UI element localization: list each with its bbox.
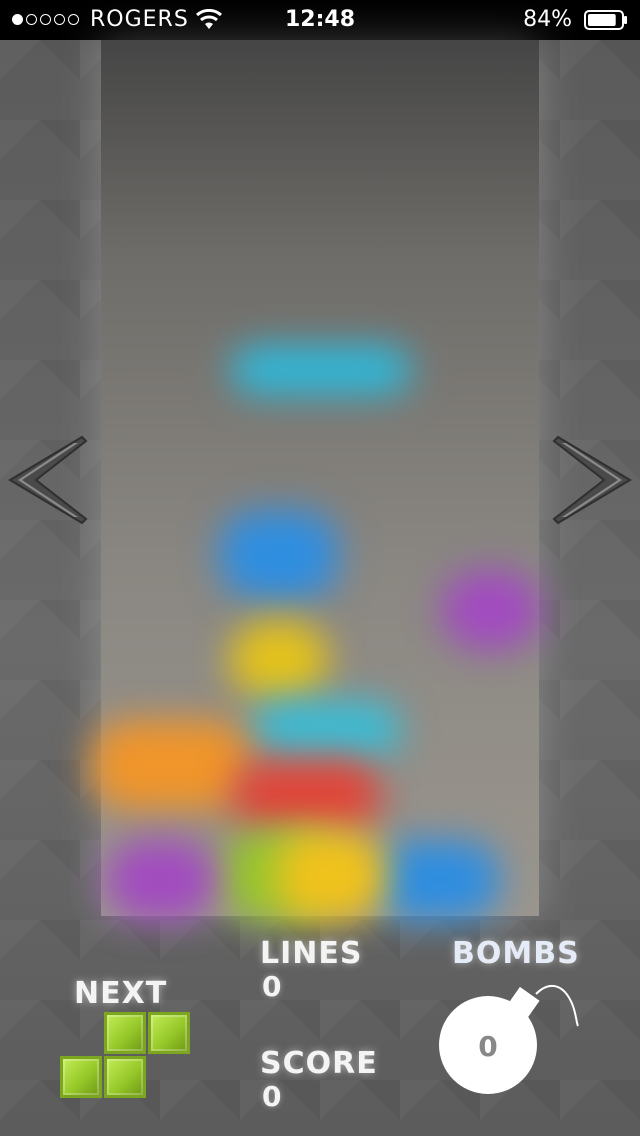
game-board[interactable] bbox=[91, 40, 541, 920]
blurred-piece bbox=[276, 830, 386, 920]
battery-percentage: 84% bbox=[523, 7, 572, 32]
blurred-piece bbox=[441, 570, 541, 650]
score-value: 0 bbox=[262, 1080, 282, 1113]
bombs-value: 0 bbox=[478, 1030, 497, 1063]
next-piece-preview bbox=[58, 1010, 192, 1100]
move-left-button[interactable] bbox=[8, 435, 88, 525]
blurred-piece bbox=[231, 760, 381, 830]
next-piece-block bbox=[148, 1012, 190, 1054]
blurred-piece bbox=[91, 720, 251, 810]
lines-label: LINES bbox=[260, 936, 363, 971]
next-piece-block bbox=[104, 1012, 146, 1054]
bombs-label: BOMBS bbox=[452, 936, 580, 971]
status-bar: ROGERS 12:48 84% bbox=[0, 0, 640, 40]
battery-icon bbox=[584, 10, 627, 30]
blurred-piece bbox=[229, 620, 329, 700]
blurred-piece bbox=[231, 345, 411, 395]
blurred-piece bbox=[251, 700, 401, 760]
next-label: NEXT bbox=[74, 976, 168, 1011]
blurred-piece bbox=[106, 840, 216, 920]
move-right-button[interactable] bbox=[552, 435, 632, 525]
bomb-icon[interactable]: 0 bbox=[436, 982, 586, 1098]
blurred-piece bbox=[371, 840, 501, 920]
blurred-piece bbox=[219, 510, 339, 600]
next-piece-block bbox=[104, 1056, 146, 1098]
next-piece-block bbox=[60, 1056, 102, 1098]
score-label: SCORE bbox=[260, 1046, 378, 1081]
lines-value: 0 bbox=[262, 970, 282, 1003]
